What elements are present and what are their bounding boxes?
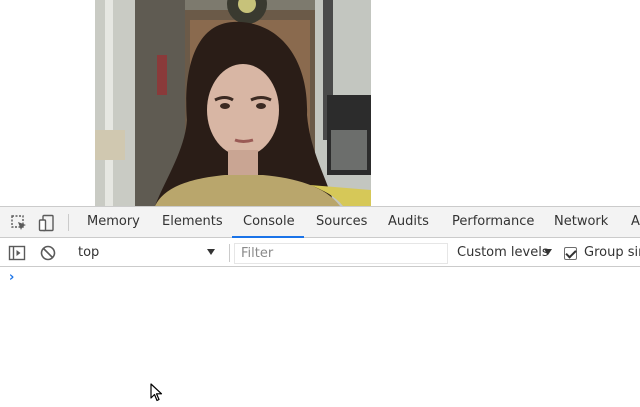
mouse-cursor-icon (150, 383, 164, 403)
device-toolbar-icon[interactable] (38, 214, 56, 232)
show-sidebar-icon[interactable] (8, 244, 26, 262)
inspect-element-icon[interactable] (10, 214, 28, 232)
devtools-panel: Memory Elements Console Sources Audits P… (0, 206, 640, 401)
group-similar-checkbox[interactable] (564, 247, 577, 260)
console-prompt[interactable]: › (9, 270, 14, 285)
tab-performance[interactable]: Performance (452, 207, 534, 238)
tab-sources[interactable]: Sources (316, 207, 367, 238)
active-tab-indicator (232, 236, 304, 238)
console-toolbar: top Custom levels Group sim (0, 239, 640, 267)
toolbar-divider (229, 244, 230, 262)
filter-input[interactable] (234, 243, 448, 264)
clear-console-icon[interactable] (39, 244, 57, 262)
tab-elements[interactable]: Elements (162, 207, 223, 238)
chevron-down-icon[interactable] (544, 249, 552, 255)
group-similar-label[interactable]: Group sim (584, 243, 640, 263)
devtools-tabbar: Memory Elements Console Sources Audits P… (0, 207, 640, 238)
webcam-image (95, 0, 371, 206)
chevron-down-icon[interactable] (207, 249, 215, 255)
page-viewport (0, 0, 640, 206)
tab-application[interactable]: A (631, 207, 640, 238)
tab-audits[interactable]: Audits (388, 207, 429, 238)
console-output[interactable]: › (0, 268, 640, 401)
webcam-video (95, 0, 371, 206)
tabbar-divider (68, 214, 69, 231)
tab-console[interactable]: Console (243, 207, 295, 238)
log-levels-dropdown[interactable]: Custom levels (457, 243, 549, 263)
context-selector[interactable]: top (78, 243, 99, 263)
tab-memory[interactable]: Memory (87, 207, 140, 238)
tab-network[interactable]: Network (554, 207, 608, 238)
